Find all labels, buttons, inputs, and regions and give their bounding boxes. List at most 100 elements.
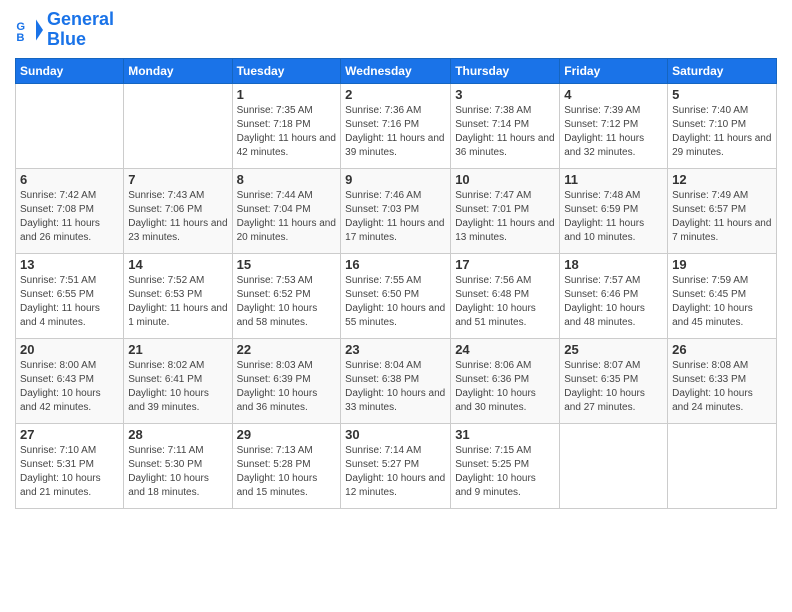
day-info: Sunrise: 7:57 AM Sunset: 6:46 PM Dayligh… [564, 274, 663, 330]
calendar-cell: 30 Sunrise: 7:14 AM Sunset: 5:27 PM Dayli… [341, 423, 451, 508]
day-number: 17 [455, 257, 555, 272]
day-info: Sunrise: 7:44 AM Sunset: 7:04 PM Dayligh… [237, 189, 337, 245]
calendar-week-row: 20 Sunrise: 8:00 AM Sunset: 6:43 PM Dayli… [16, 338, 777, 423]
day-number: 7 [128, 172, 227, 187]
calendar-cell: 24 Sunrise: 8:06 AM Sunset: 6:36 PM Dayli… [451, 338, 560, 423]
day-info: Sunrise: 7:51 AM Sunset: 6:55 PM Dayligh… [20, 274, 119, 330]
weekday-header: Monday [124, 58, 232, 83]
day-info: Sunrise: 7:46 AM Sunset: 7:03 PM Dayligh… [345, 189, 446, 245]
day-number: 4 [564, 87, 663, 102]
day-number: 6 [20, 172, 119, 187]
page: G B General Blue SundayMondayTuesdayWedn… [0, 0, 792, 612]
day-info: Sunrise: 7:11 AM Sunset: 5:30 PM Dayligh… [128, 444, 227, 500]
logo-text: General Blue [47, 10, 114, 50]
calendar-cell: 22Sunrise: 8:03 AM Sunset: 6:39 PM Dayli… [232, 338, 341, 423]
logo: G B General Blue [15, 10, 114, 50]
calendar-cell: 13 Sunrise: 7:51 AM Sunset: 6:55 PM Dayli… [16, 253, 124, 338]
calendar-cell: 29 Sunrise: 7:13 AM Sunset: 5:28 PM Dayli… [232, 423, 341, 508]
day-info: Sunrise: 7:38 AM Sunset: 7:14 PM Dayligh… [455, 104, 555, 160]
weekday-header: Friday [560, 58, 668, 83]
calendar-cell: 25 Sunrise: 8:07 AM Sunset: 6:35 PM Dayli… [560, 338, 668, 423]
calendar-body: 1 Sunrise: 7:35 AM Sunset: 7:18 PM Daylig… [16, 83, 777, 508]
calendar-cell: 20 Sunrise: 8:00 AM Sunset: 6:43 PM Dayli… [16, 338, 124, 423]
calendar-cell: 19 Sunrise: 7:59 AM Sunset: 6:45 PM Dayli… [668, 253, 777, 338]
day-info: Sunrise: 7:55 AM Sunset: 6:50 PM Dayligh… [345, 274, 446, 330]
day-info: Sunrise: 8:00 AM Sunset: 6:43 PM Dayligh… [20, 359, 119, 415]
day-info: Sunrise: 7:35 AM Sunset: 7:18 PM Dayligh… [237, 104, 337, 160]
calendar-cell: 18 Sunrise: 7:57 AM Sunset: 6:46 PM Dayli… [560, 253, 668, 338]
calendar-header-row: SundayMondayTuesdayWednesdayThursdayFrid… [16, 58, 777, 83]
day-number: 21 [128, 342, 227, 357]
calendar-cell: 31 Sunrise: 7:15 AM Sunset: 5:25 PM Dayli… [451, 423, 560, 508]
calendar-cell: 6 Sunrise: 7:42 AM Sunset: 7:08 PM Daylig… [16, 168, 124, 253]
day-number: 27 [20, 427, 119, 442]
day-info: Sunrise: 7:14 AM Sunset: 5:27 PM Dayligh… [345, 444, 446, 500]
header: G B General Blue [15, 10, 777, 50]
calendar-cell: 9 Sunrise: 7:46 AM Sunset: 7:03 PM Daylig… [341, 168, 451, 253]
day-info: Sunrise: 8:07 AM Sunset: 6:35 PM Dayligh… [564, 359, 663, 415]
day-number: 28 [128, 427, 227, 442]
day-info: Sunrise: 7:13 AM Sunset: 5:28 PM Dayligh… [237, 444, 337, 500]
day-number: 23 [345, 342, 446, 357]
calendar-cell: 3Sunrise: 7:38 AM Sunset: 7:14 PM Daylig… [451, 83, 560, 168]
day-info: Sunrise: 7:52 AM Sunset: 6:53 PM Dayligh… [128, 274, 227, 330]
calendar-cell: 4 Sunrise: 7:39 AM Sunset: 7:12 PM Daylig… [560, 83, 668, 168]
day-number: 24 [455, 342, 555, 357]
svg-text:B: B [16, 32, 24, 44]
calendar-cell: 5 Sunrise: 7:40 AM Sunset: 7:10 PM Daylig… [668, 83, 777, 168]
day-number: 19 [672, 257, 772, 272]
calendar-cell: 12Sunrise: 7:49 AM Sunset: 6:57 PM Dayli… [668, 168, 777, 253]
day-info: Sunrise: 7:53 AM Sunset: 6:52 PM Dayligh… [237, 274, 337, 330]
calendar-table: SundayMondayTuesdayWednesdayThursdayFrid… [15, 58, 777, 509]
day-number: 18 [564, 257, 663, 272]
day-info: Sunrise: 8:03 AM Sunset: 6:39 PM Dayligh… [237, 359, 337, 415]
calendar-cell: 21 Sunrise: 8:02 AM Sunset: 6:41 PM Dayli… [124, 338, 232, 423]
calendar-cell: 10Sunrise: 7:47 AM Sunset: 7:01 PM Dayli… [451, 168, 560, 253]
day-number: 11 [564, 172, 663, 187]
day-number: 25 [564, 342, 663, 357]
weekday-header: Tuesday [232, 58, 341, 83]
day-number: 5 [672, 87, 772, 102]
day-info: Sunrise: 8:04 AM Sunset: 6:38 PM Dayligh… [345, 359, 446, 415]
weekday-header: Sunday [16, 58, 124, 83]
day-info: Sunrise: 7:56 AM Sunset: 6:48 PM Dayligh… [455, 274, 555, 330]
calendar-cell: 17 Sunrise: 7:56 AM Sunset: 6:48 PM Dayli… [451, 253, 560, 338]
calendar-cell: 1 Sunrise: 7:35 AM Sunset: 7:18 PM Daylig… [232, 83, 341, 168]
day-info: Sunrise: 7:59 AM Sunset: 6:45 PM Dayligh… [672, 274, 772, 330]
calendar-cell: 27Sunrise: 7:10 AM Sunset: 5:31 PM Dayli… [16, 423, 124, 508]
day-number: 1 [237, 87, 337, 102]
day-info: Sunrise: 7:49 AM Sunset: 6:57 PM Dayligh… [672, 189, 772, 245]
day-number: 20 [20, 342, 119, 357]
day-number: 30 [345, 427, 446, 442]
weekday-header: Thursday [451, 58, 560, 83]
day-number: 31 [455, 427, 555, 442]
weekday-header: Wednesday [341, 58, 451, 83]
calendar-cell [560, 423, 668, 508]
day-info: Sunrise: 7:39 AM Sunset: 7:12 PM Dayligh… [564, 104, 663, 160]
calendar-week-row: 27Sunrise: 7:10 AM Sunset: 5:31 PM Dayli… [16, 423, 777, 508]
day-info: Sunrise: 8:02 AM Sunset: 6:41 PM Dayligh… [128, 359, 227, 415]
calendar-cell [668, 423, 777, 508]
day-number: 13 [20, 257, 119, 272]
day-number: 29 [237, 427, 337, 442]
day-info: Sunrise: 7:36 AM Sunset: 7:16 PM Dayligh… [345, 104, 446, 160]
day-number: 9 [345, 172, 446, 187]
day-info: Sunrise: 7:15 AM Sunset: 5:25 PM Dayligh… [455, 444, 555, 500]
svg-text:G: G [16, 21, 25, 33]
calendar-cell: 28 Sunrise: 7:11 AM Sunset: 5:30 PM Dayli… [124, 423, 232, 508]
calendar-cell: 23 Sunrise: 8:04 AM Sunset: 6:38 PM Dayli… [341, 338, 451, 423]
day-info: Sunrise: 7:40 AM Sunset: 7:10 PM Dayligh… [672, 104, 772, 160]
day-info: Sunrise: 8:06 AM Sunset: 6:36 PM Dayligh… [455, 359, 555, 415]
calendar-week-row: 1 Sunrise: 7:35 AM Sunset: 7:18 PM Daylig… [16, 83, 777, 168]
calendar-cell: 11 Sunrise: 7:48 AM Sunset: 6:59 PM Dayli… [560, 168, 668, 253]
calendar-cell: 2Sunrise: 7:36 AM Sunset: 7:16 PM Daylig… [341, 83, 451, 168]
calendar-cell: 26Sunrise: 8:08 AM Sunset: 6:33 PM Dayli… [668, 338, 777, 423]
day-info: Sunrise: 7:42 AM Sunset: 7:08 PM Dayligh… [20, 189, 119, 245]
calendar-cell: 14Sunrise: 7:52 AM Sunset: 6:53 PM Dayli… [124, 253, 232, 338]
day-info: Sunrise: 7:48 AM Sunset: 6:59 PM Dayligh… [564, 189, 663, 245]
calendar-week-row: 13 Sunrise: 7:51 AM Sunset: 6:55 PM Dayli… [16, 253, 777, 338]
day-number: 8 [237, 172, 337, 187]
calendar-cell: 16Sunrise: 7:55 AM Sunset: 6:50 PM Dayli… [341, 253, 451, 338]
day-number: 15 [237, 257, 337, 272]
calendar-cell: 8 Sunrise: 7:44 AM Sunset: 7:04 PM Daylig… [232, 168, 341, 253]
